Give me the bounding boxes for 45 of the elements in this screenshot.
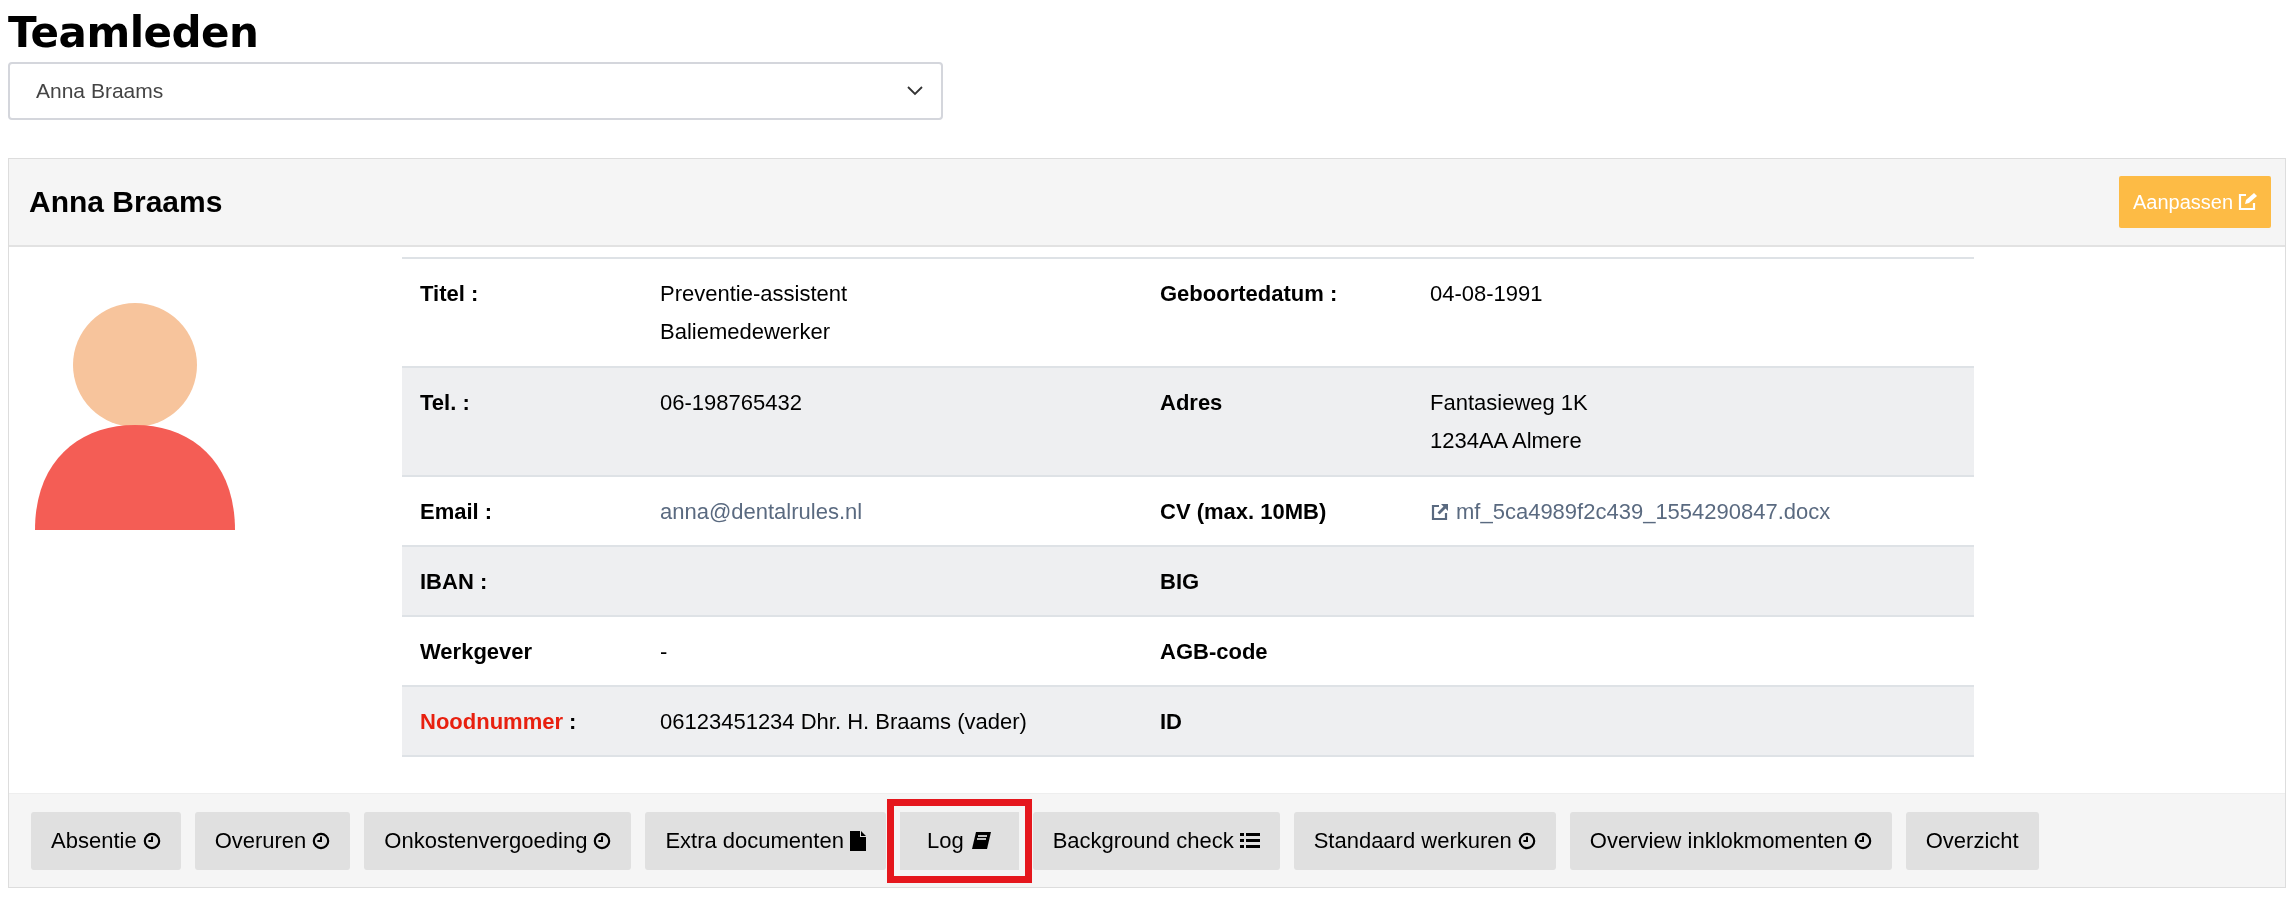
external-link-icon <box>1430 502 1450 522</box>
clock-icon <box>312 831 331 850</box>
action-button[interactable]: Overuren <box>194 811 351 870</box>
action-button[interactable]: Overzicht <box>1905 811 2039 870</box>
field-label: Email : <box>420 499 494 525</box>
field-label: Noodnummer : <box>420 709 578 735</box>
field-label: Adres <box>1160 390 1224 416</box>
field-label: ID <box>1160 709 1183 735</box>
member-select[interactable]: Anna Braams <box>8 62 943 120</box>
field-label: Werkgever <box>420 639 534 665</box>
action-button[interactable]: Onkostenvergoeding <box>364 811 632 870</box>
action-button[interactable]: Extra documenten <box>645 811 886 870</box>
field-value: Baliemedewerker <box>660 319 831 345</box>
field-label: Tel. : <box>420 390 471 416</box>
action-button[interactable]: Absentie <box>31 811 181 870</box>
page-title: Teamleden <box>8 7 260 59</box>
edit-icon <box>2237 192 2257 212</box>
action-button[interactable]: Standaard werkuren <box>1293 811 1556 870</box>
clock-icon <box>1853 831 1872 850</box>
field-label: AGB-code <box>1160 639 1269 665</box>
action-button[interactable]: Background check <box>1032 811 1280 870</box>
book-icon <box>969 830 992 851</box>
field-label: Geboortedatum : <box>1160 281 1339 307</box>
action-button[interactable]: Log <box>886 798 1032 883</box>
document-icon <box>849 830 866 851</box>
field-value: 1234AA Almere <box>1430 428 1583 454</box>
clock-icon <box>142 831 161 850</box>
field-value: 06-198765432 <box>660 390 803 416</box>
field-label: IBAN : <box>420 569 489 595</box>
field-value: 04-08-1991 <box>1430 281 1544 307</box>
field-value: Preventie-assistent <box>660 281 849 307</box>
clock-icon <box>1517 831 1536 850</box>
field-value: 06123451234 Dhr. H. Braams (vader) <box>660 709 1028 735</box>
email-link[interactable]: anna@dentalrules.nl <box>660 499 1124 525</box>
field-value: - <box>660 639 669 665</box>
field-value: Fantasieweg 1K <box>1430 390 1589 416</box>
field-label: CV (max. 10MB) <box>1160 499 1328 525</box>
card-title: Anna Braams <box>29 185 223 219</box>
field-label: Titel : <box>420 281 480 307</box>
file-link[interactable]: mf_5ca4989f2c439_1554290847.docx <box>1430 499 1956 525</box>
action-button[interactable]: Overview inklokmomenten <box>1569 811 1892 870</box>
chevron-down-icon <box>907 86 923 96</box>
field-label: BIG <box>1160 569 1201 595</box>
clock-icon <box>593 831 612 850</box>
list-icon <box>1239 831 1260 850</box>
